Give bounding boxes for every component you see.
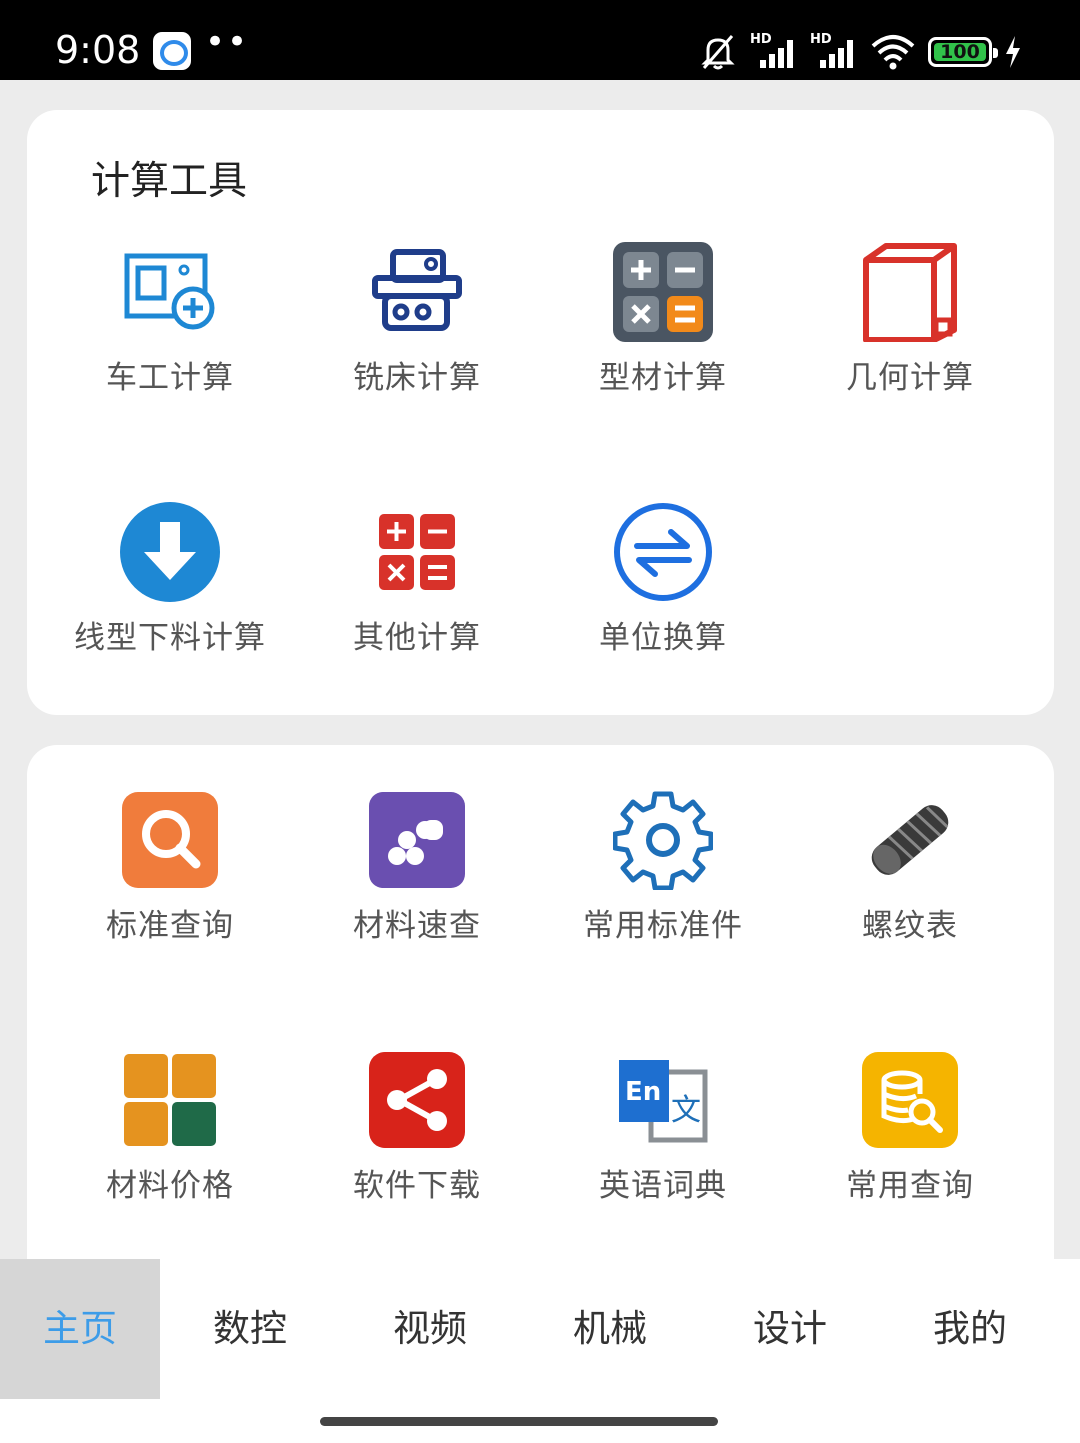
bottom-tab-bar: 主页 数控 视频 机械 设计 我的 <box>0 1259 1080 1399</box>
math-ops-icon <box>379 514 455 590</box>
tab-video[interactable]: 视频 <box>350 1259 510 1399</box>
tile-label: 单位换算 <box>599 620 727 656</box>
home-indicator[interactable] <box>320 1417 718 1426</box>
lathe-calc-icon <box>124 253 215 330</box>
gear-icon <box>613 791 713 890</box>
more-notifications-dots: •• <box>205 22 250 62</box>
tile-label: 常用查询 <box>846 1168 974 1204</box>
tile-standard-parts[interactable]: 常用标准件 <box>540 790 786 945</box>
status-bar: 9:08 •• HD HD 100 <box>0 0 1080 80</box>
tile-english-dictionary[interactable]: 文 En 英语词典 <box>540 1050 786 1205</box>
battery-level: 100 <box>940 41 980 63</box>
tile-label: 几何计算 <box>846 360 974 396</box>
wifi-icon <box>871 35 915 70</box>
calculator-icon <box>613 242 713 342</box>
tile-profile-calc[interactable]: 型材计算 <box>540 242 786 397</box>
status-icons: HD HD 100 <box>698 30 1022 74</box>
tile-milling-calc[interactable]: 铣床计算 <box>294 242 540 397</box>
charging-bolt-icon <box>1006 36 1020 68</box>
milling-machine-icon <box>372 249 462 331</box>
signal-strength-1-icon: HD <box>750 32 798 70</box>
tile-label: 标准查询 <box>106 908 234 944</box>
tile-material-price[interactable]: 材料价格 <box>47 1050 293 1205</box>
cube-icon <box>863 243 957 342</box>
tile-label: 其他计算 <box>353 620 481 656</box>
tile-thread-table[interactable]: 螺纹表 <box>787 790 1033 945</box>
svg-text:En: En <box>625 1077 661 1107</box>
calc-tools-card: 计算工具 车工计算 铣床计算 型材计算 几何计算 线型下料计算 其他计算 单位换… <box>27 110 1054 715</box>
tab-cnc[interactable]: 数控 <box>170 1259 330 1399</box>
thread-rod-icon <box>871 805 949 875</box>
tile-label: 材料价格 <box>106 1168 234 1204</box>
tab-mine[interactable]: 我的 <box>890 1259 1050 1399</box>
tab-design[interactable]: 设计 <box>710 1259 870 1399</box>
tile-material-lookup[interactable]: 材料速查 <box>294 790 540 945</box>
search-icon <box>122 792 218 888</box>
tile-geometry-calc[interactable]: 几何计算 <box>787 242 1033 397</box>
tile-other-calc[interactable]: 其他计算 <box>294 502 540 657</box>
tile-label: 车工计算 <box>106 360 234 396</box>
tile-label: 软件下载 <box>353 1168 481 1204</box>
tile-standard-query[interactable]: 标准查询 <box>47 790 293 945</box>
tile-label: 常用标准件 <box>583 908 743 944</box>
battery-icon: 100 <box>928 37 998 67</box>
dictionary-icon: 文 En <box>619 1060 708 1143</box>
share-icon <box>369 1052 465 1148</box>
notification-app-icon <box>153 32 191 70</box>
svg-text:文: 文 <box>671 1093 701 1128</box>
query-tools-card: 标准查询 材料速查 常用标准件 螺纹表 材料价格 软件下载 文 En 英语词典 … <box>27 745 1054 1285</box>
download-circle-icon <box>120 502 220 602</box>
signal-strength-2-icon: HD <box>810 32 858 70</box>
tile-wire-cut-calc[interactable]: 线型下料计算 <box>47 502 293 657</box>
exchange-icon <box>614 503 712 601</box>
tile-label: 英语词典 <box>599 1168 727 1204</box>
bell-muted-icon <box>701 35 735 70</box>
tile-software-download[interactable]: 软件下载 <box>294 1050 540 1205</box>
tab-home[interactable]: 主页 <box>0 1259 160 1399</box>
status-time: 9:08 <box>55 28 141 72</box>
tile-label: 线型下料计算 <box>74 620 266 656</box>
tile-label: 铣床计算 <box>353 360 481 396</box>
material-stack-icon <box>369 792 465 888</box>
tab-machinery[interactable]: 机械 <box>530 1259 690 1399</box>
tile-label: 型材计算 <box>599 360 727 396</box>
tile-lathe-calc[interactable]: 车工计算 <box>47 242 293 397</box>
tile-unit-convert[interactable]: 单位换算 <box>540 502 786 657</box>
tile-common-query[interactable]: 常用查询 <box>787 1050 1033 1205</box>
tile-label: 材料速查 <box>353 908 481 944</box>
tile-label: 螺纹表 <box>862 908 958 944</box>
price-grid-icon <box>124 1054 216 1146</box>
database-search-icon <box>862 1052 958 1148</box>
section-title: 计算工具 <box>91 159 248 204</box>
